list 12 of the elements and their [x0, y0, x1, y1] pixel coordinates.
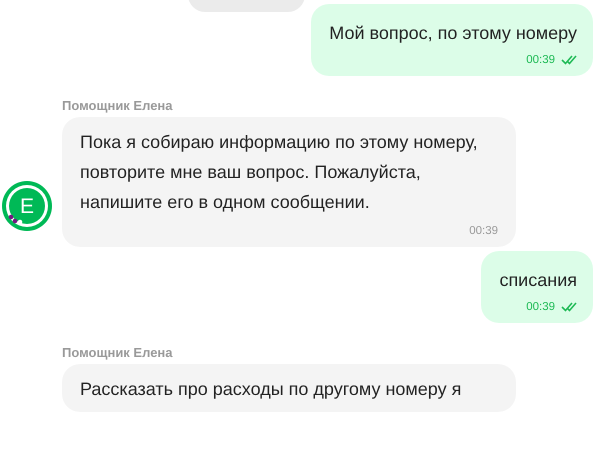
sender-name: Помощник Елена [62, 345, 174, 360]
message-text: Пока я собираю информацию по этому номеру, повторите мне ваш вопрос. Пожалуйста, напишите его в одном сообщении. [80, 131, 479, 214]
message-time: 00:39 [526, 54, 555, 66]
message-time: 00:39 [526, 301, 555, 313]
double-check-icon [561, 302, 577, 312]
message-text: Рассказать про расходы по другому номеру я [80, 378, 462, 401]
message-text: списания [499, 269, 577, 292]
sender-name: Помощник Елена [62, 98, 174, 113]
avatar-icon: Е [2, 181, 52, 231]
message-text: Мой вопрос, по этому номеру [329, 22, 577, 45]
double-check-icon [561, 55, 577, 65]
message-time: 00:39 [469, 225, 498, 237]
